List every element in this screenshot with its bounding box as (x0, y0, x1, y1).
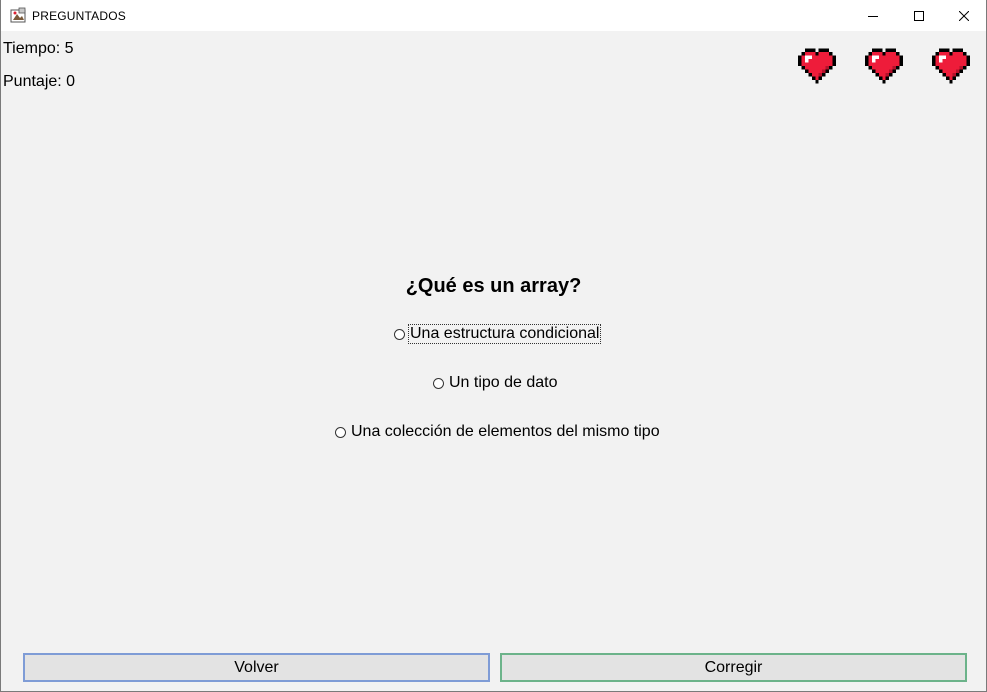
radio-button[interactable] (335, 426, 346, 438)
timer-caption: Tiempo: (3, 40, 65, 57)
maximize-button[interactable] (896, 0, 942, 31)
radio-button[interactable] (433, 377, 444, 389)
close-button[interactable] (941, 0, 987, 31)
heart-icon (798, 48, 836, 84)
answer-option-3[interactable]: Una colección de elementos del mismo tip… (335, 422, 661, 442)
answer-option-label[interactable]: Una colección de elementos del mismo tip… (350, 423, 661, 441)
score-label: Puntaje: 0 (3, 73, 75, 91)
score-value: 0 (66, 73, 76, 90)
answer-option-2[interactable]: Un tipo de dato (433, 373, 559, 393)
score-caption: Puntaje: (3, 73, 67, 90)
question-text: ¿Qué es un array? (405, 275, 582, 297)
minimize-icon (868, 15, 878, 17)
answer-option-label[interactable]: Una estructura condicional (407, 324, 602, 344)
check-answer-button[interactable]: Corregir (500, 653, 967, 682)
heart-icon (865, 48, 903, 84)
heart-icon (932, 48, 970, 84)
java-app-icon (10, 7, 26, 23)
title-bar[interactable]: PREGUNTADOS (1, 0, 986, 31)
timer-label: Tiempo: 5 (3, 40, 74, 58)
app-window: PREGUNTADOS Tiempo: 5 Puntaje: 0 ¿Qué es… (0, 0, 987, 692)
back-button[interactable]: Volver (23, 653, 490, 682)
answer-option-label[interactable]: Un tipo de dato (448, 374, 559, 392)
minimize-button[interactable] (850, 0, 896, 31)
window-title: PREGUNTADOS (32, 9, 126, 23)
timer-value: 5 (64, 40, 74, 57)
close-icon (959, 10, 969, 21)
maximize-icon (914, 10, 924, 21)
answer-option-1[interactable]: Una estructura condicional (394, 324, 602, 344)
radio-button[interactable] (394, 328, 405, 340)
